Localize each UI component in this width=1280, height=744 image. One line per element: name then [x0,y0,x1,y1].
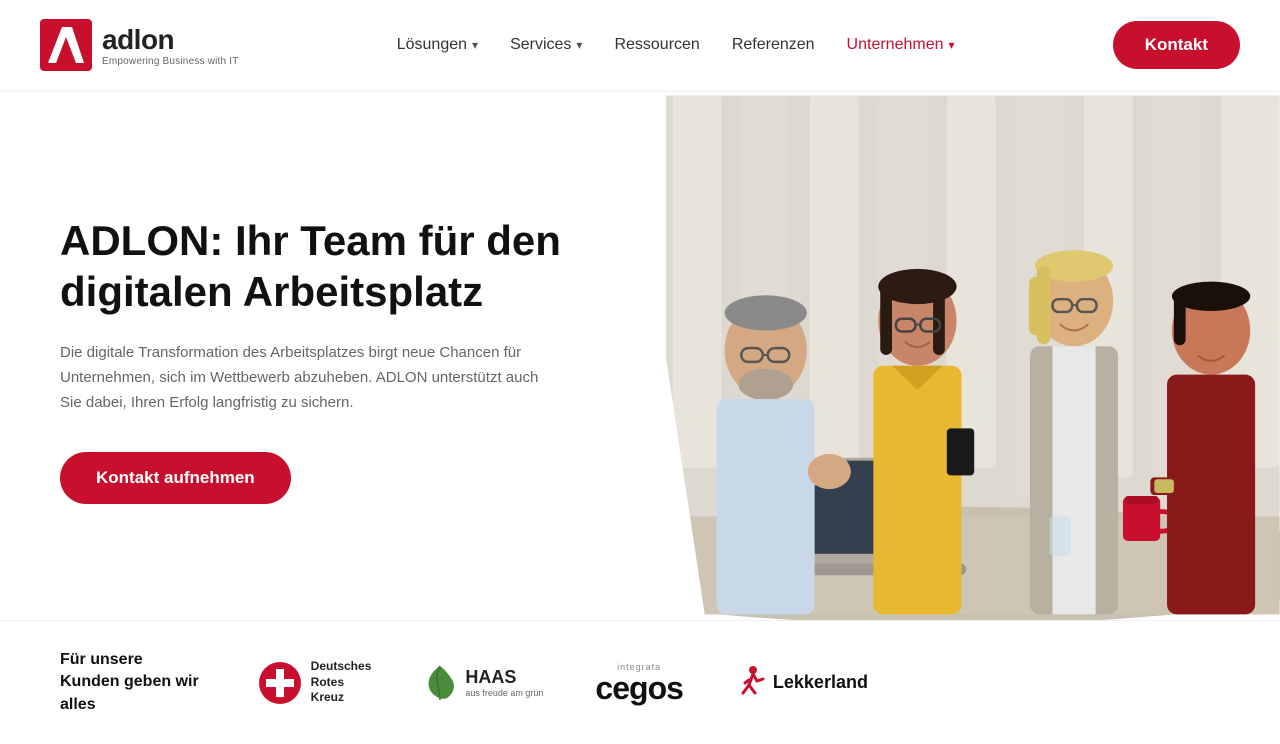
drk-name-text: DeutschesRotesKreuz [311,659,372,706]
client-logo-haas: HAAS aus freude am grün [423,664,543,702]
hero-content: ADLON: Ihr Team für den digitalen Arbeit… [0,90,666,620]
nav-item-losungen: Lösungen ▾ [397,36,478,54]
drk-cross-icon [259,662,301,704]
cegos-brand: cegos [595,672,682,704]
logo-link[interactable]: adlon Empowering Business with IT [40,19,239,71]
nav-link-unternehmen[interactable]: Unternehmen ▾ [847,36,955,54]
chevron-down-icon: ▾ [949,38,955,52]
client-logo-lekkerland: Lekkerland [735,665,868,701]
clients-bar: Für unsere Kunden geben wir alles Deutsc… [0,620,1280,744]
kontakt-button[interactable]: Kontakt [1113,21,1240,69]
nav-item-ressourcen: Ressourcen [614,36,699,54]
client-logo-drk: DeutschesRotesKreuz [259,659,372,706]
chevron-down-icon: ▾ [472,38,478,52]
hero-description: Die digitale Transformation des Arbeitsp… [60,341,540,415]
haas-brand: HAAS [465,667,543,688]
brand-name: adlon [102,24,239,56]
haas-leaf-icon [423,664,457,702]
nav-item-referenzen: Referenzen [732,36,815,54]
navbar: adlon Empowering Business with IT Lösung… [0,0,1280,90]
nav-menu: Lösungen ▾ Services ▾ Ressourcen Referen… [397,36,955,54]
logo-text: adlon Empowering Business with IT [102,24,239,67]
nav-link-ressourcen[interactable]: Ressourcen [614,36,699,54]
client-logo-cegos: integrata cegos [595,662,682,704]
hero-section: ADLON: Ihr Team für den digitalen Arbeit… [0,90,1280,620]
haas-tagline: aus freude am grün [465,688,543,698]
hero-title: ADLON: Ihr Team für den digitalen Arbeit… [60,216,606,317]
client-logos-list: DeutschesRotesKreuz HAAS aus freude am g… [259,659,1220,706]
hero-scene-svg [614,90,1280,620]
lekkerland-icon [735,665,765,701]
chevron-down-icon: ▾ [576,38,582,52]
hero-image [614,90,1280,620]
nav-item-services: Services ▾ [510,36,582,54]
nav-link-losungen[interactable]: Lösungen ▾ [397,36,478,54]
nav-link-services[interactable]: Services ▾ [510,36,582,54]
lekkerland-brand: Lekkerland [773,672,868,693]
nav-link-referenzen[interactable]: Referenzen [732,36,815,54]
brand-tagline: Empowering Business with IT [102,56,239,67]
hero-cta-button[interactable]: Kontakt aufnehmen [60,452,291,504]
haas-text: HAAS aus freude am grün [465,667,543,698]
logo-icon [40,19,92,71]
nav-item-unternehmen: Unternehmen ▾ [847,36,955,54]
clients-intro-text: Für unsere Kunden geben wir alles [60,649,199,716]
